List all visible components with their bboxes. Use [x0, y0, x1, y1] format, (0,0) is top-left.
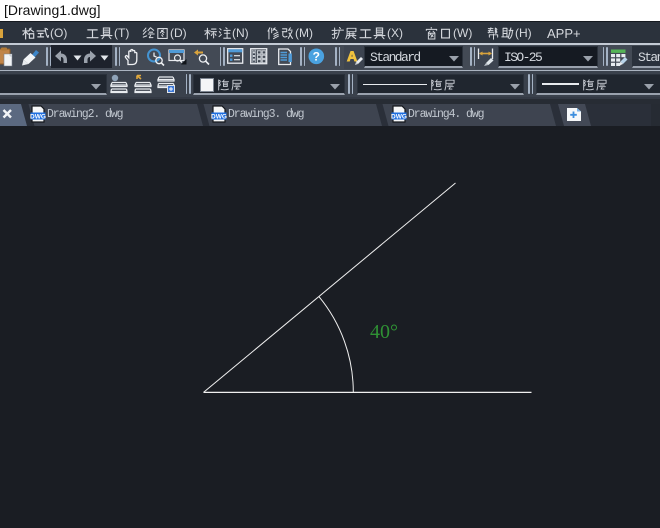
svg-text:?: ?: [313, 50, 320, 64]
svg-text:40°: 40°: [370, 321, 398, 343]
svg-text:DWG: DWG: [30, 113, 46, 120]
svg-text:DWG: DWG: [211, 113, 227, 120]
svg-text:A: A: [347, 48, 357, 64]
svg-text:DWG: DWG: [391, 113, 407, 120]
